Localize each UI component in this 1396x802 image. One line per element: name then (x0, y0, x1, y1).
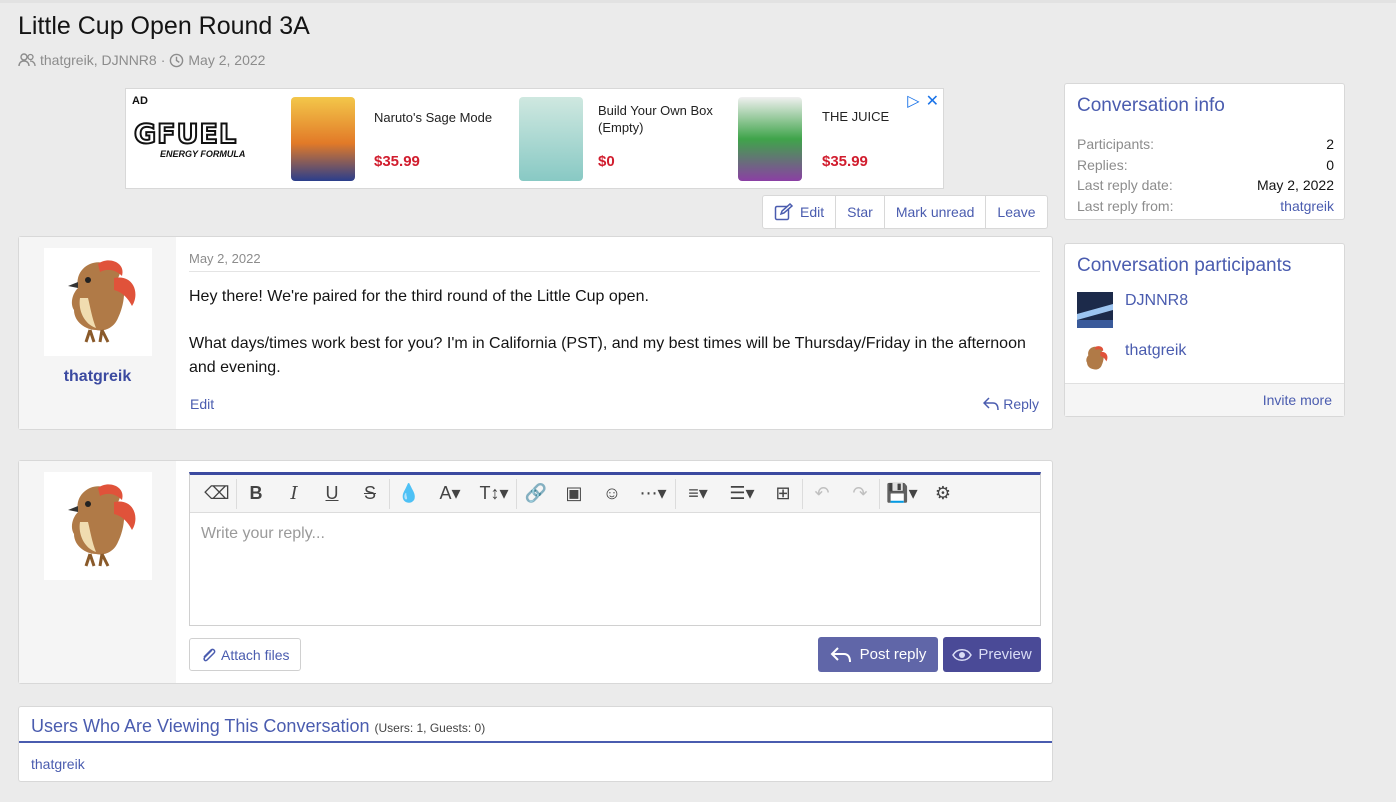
conversation-participants: Conversation participants DJNNR8 thatgre… (1064, 243, 1345, 417)
star-button[interactable]: Star (835, 196, 884, 228)
font-family-icon[interactable]: A▾ (428, 479, 472, 509)
reply-user-cell (19, 461, 176, 683)
bold-icon[interactable]: B (237, 479, 275, 509)
product-image (291, 97, 355, 181)
invite-more-link[interactable]: Invite more (1065, 383, 1344, 416)
message-paragraph: What days/times work best for you? I'm i… (189, 335, 1026, 376)
info-row: Replies: 0 (1077, 156, 1334, 173)
pidgeotto-avatar (68, 484, 136, 567)
close-icon[interactable]: ✕ (926, 91, 939, 111)
viewer-link[interactable]: thatgreik (19, 743, 1052, 785)
conversation-actions: Edit Star Mark unread Leave (762, 195, 1048, 229)
participants-text[interactable]: thatgreik, DJNNR8 (40, 52, 157, 68)
advertisement[interactable]: AD GFUEL ENERGY FORMULA Naruto's Sage Mo… (125, 88, 944, 189)
reply-block: ⌫ B I U S 💧 A▾ T↕▾ 🔗 ▣ ☺ ⋯▾ ≡▾ ☰▾ ⊞ ↶ ↷ … (18, 460, 1053, 684)
users-icon (18, 53, 36, 67)
drafts-icon[interactable]: 💾▾ (880, 479, 924, 509)
strikethrough-icon[interactable]: S (351, 479, 389, 509)
italic-icon[interactable]: I (275, 479, 313, 509)
message-reply-link[interactable]: Reply (983, 396, 1039, 412)
font-size-icon[interactable]: T↕▾ (472, 479, 516, 509)
post-reply-button[interactable]: Post reply (818, 637, 938, 672)
mark-unread-button[interactable]: Mark unread (883, 196, 986, 228)
table-icon[interactable]: ⊞ (764, 479, 802, 509)
editor-toolbar: ⌫ B I U S 💧 A▾ T↕▾ 🔗 ▣ ☺ ⋯▾ ≡▾ ☰▾ ⊞ ↶ ↷ … (190, 475, 1040, 513)
message-edit-link[interactable]: Edit (190, 396, 214, 412)
ad-label: AD (132, 95, 148, 107)
avatar[interactable] (44, 472, 152, 580)
message-paragraph: Hey there! We're paired for the third ro… (189, 288, 649, 305)
more-icon[interactable]: ⋯▾ (631, 479, 675, 509)
message-body: Hey there! We're paired for the third ro… (189, 285, 1040, 403)
edit-button[interactable]: Edit (763, 196, 835, 228)
reply-icon (983, 397, 999, 411)
conversation-info: Conversation info Participants: 2 Replies… (1064, 83, 1345, 220)
conversation-date: May 2, 2022 (188, 52, 266, 68)
adchoices-icon[interactable]: ▷ (907, 91, 919, 111)
info-list: Participants: 2 Replies: 0 Last reply date… (1077, 134, 1334, 216)
conversation-info-title: Conversation info (1077, 95, 1225, 116)
info-row: Last reply date: May 2, 2022 (1077, 177, 1334, 193)
pidgeotto-avatar (68, 260, 136, 343)
product-image (738, 97, 802, 181)
viewers-count: (Users: 1, Guests: 0) (374, 721, 486, 735)
reply-input[interactable]: Write your reply... (190, 513, 1040, 555)
participants-title: Conversation participants (1077, 255, 1292, 276)
last-reply-user-link[interactable]: thatgreik (1280, 196, 1334, 217)
product-name: Naruto's Sage Mode (374, 110, 493, 125)
edit-icon (774, 203, 794, 221)
list-icon[interactable]: ☰▾ (720, 479, 764, 509)
clear-format-icon[interactable]: ⌫ (198, 479, 236, 509)
message-date[interactable]: May 2, 2022 (189, 251, 261, 266)
top-strip (0, 0, 1396, 3)
image-icon[interactable]: ▣ (555, 479, 593, 509)
eye-icon (952, 648, 973, 661)
product-image (519, 97, 583, 181)
message-user-cell: thatgreik (19, 237, 176, 429)
participant-item[interactable]: thatgreik (1077, 342, 1186, 378)
product-price: $35.99 (374, 153, 420, 170)
reply-icon (830, 646, 851, 662)
viewers-header: Users Who Are Viewing This Conversation … (19, 707, 1052, 743)
smilie-icon[interactable]: ☺ (593, 479, 631, 509)
underline-icon[interactable]: U (313, 479, 351, 509)
product-name: Build Your Own Box (Empty) (598, 103, 713, 135)
avatar (1086, 346, 1108, 370)
participant-item[interactable]: DJNNR8 (1077, 292, 1188, 328)
align-icon[interactable]: ≡▾ (676, 479, 720, 509)
rich-text-editor: ⌫ B I U S 💧 A▾ T↕▾ 🔗 ▣ ☺ ⋯▾ ≡▾ ☰▾ ⊞ ↶ ↷ … (189, 472, 1041, 626)
leave-button[interactable]: Leave (985, 196, 1046, 228)
message-author[interactable]: thatgreik (19, 368, 176, 386)
page-title: Little Cup Open Round 3A (18, 12, 310, 40)
redo-icon[interactable]: ↷ (841, 479, 879, 509)
paperclip-icon (203, 648, 216, 661)
viewers-block: Users Who Are Viewing This Conversation … (18, 706, 1053, 782)
undo-icon[interactable]: ↶ (803, 479, 841, 509)
color-icon[interactable]: 💧 (390, 479, 428, 509)
preview-button[interactable]: Preview (943, 637, 1041, 672)
attach-files-button[interactable]: Attach files (189, 638, 302, 671)
gfuel-logo: GFUEL ENERGY FORMULA (133, 119, 246, 160)
avatar (1077, 292, 1113, 328)
link-icon[interactable]: 🔗 (517, 479, 555, 509)
conversation-meta: thatgreik, DJNNR8 · May 2, 2022 (18, 52, 265, 68)
product-price: $35.99 (822, 153, 868, 170)
settings-icon[interactable]: ⚙ (924, 479, 962, 509)
clock-icon (170, 53, 184, 67)
divider (189, 271, 1040, 272)
ad-controls: ▷ ✕ (907, 91, 939, 111)
avatar[interactable] (44, 248, 152, 356)
info-row: Last reply from: thatgreik (1077, 196, 1334, 217)
product-price: $0 (598, 153, 615, 170)
message: thatgreik May 2, 2022 Hey there! We're p… (18, 236, 1053, 430)
info-row: Participants: 2 (1077, 136, 1334, 152)
